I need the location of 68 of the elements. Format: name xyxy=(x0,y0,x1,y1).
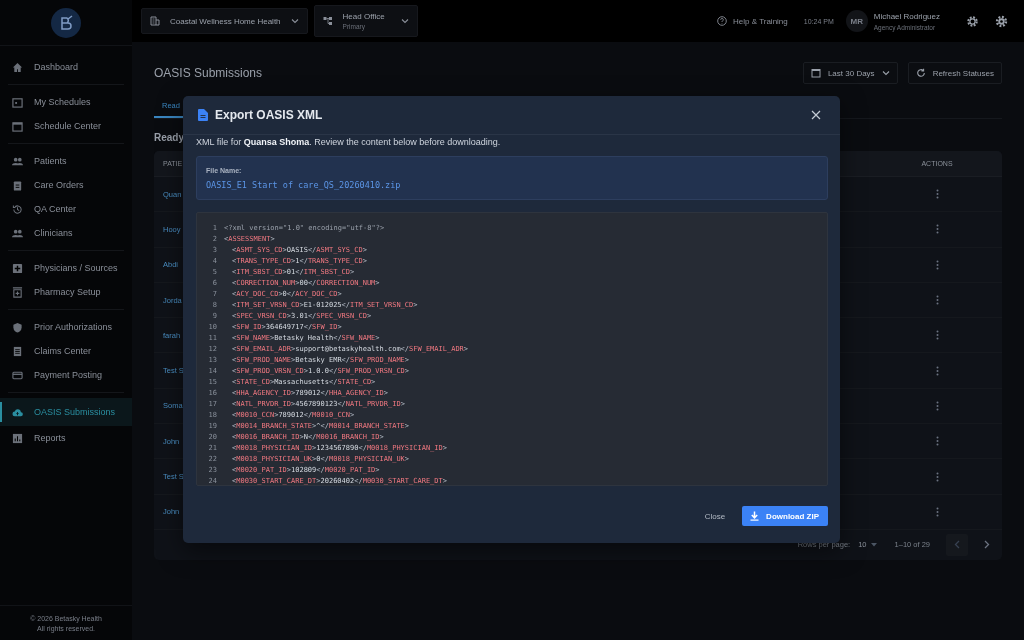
sidebar-item[interactable]: Dashboard xyxy=(0,55,132,79)
download-icon xyxy=(750,511,760,521)
dialog-description: XML file for Quansa Shoma. Review the content below before downloading. xyxy=(196,137,502,147)
shield-icon xyxy=(12,321,23,333)
sidebar-item[interactable]: Patients xyxy=(0,149,132,173)
close-button[interactable]: Close xyxy=(698,506,732,526)
sidebar-item[interactable]: My Schedules xyxy=(0,90,132,114)
cloud-upload-icon xyxy=(12,406,23,418)
gear-icon[interactable] xyxy=(995,14,1008,28)
list-icon xyxy=(12,345,23,357)
hierarchy-icon xyxy=(322,16,333,26)
user-name: Michael Rodriguez xyxy=(873,11,940,21)
date-range-dropdown[interactable]: Last 30 Days xyxy=(802,62,898,84)
people-icon xyxy=(12,227,23,239)
more-icon[interactable] xyxy=(935,471,939,482)
help-icon xyxy=(717,16,728,26)
home-icon xyxy=(12,61,23,73)
user-avatar[interactable]: MR xyxy=(845,10,868,32)
more-icon[interactable] xyxy=(935,189,939,200)
building-icon xyxy=(150,16,160,26)
file-name: OASIS_E1 Start of care_QS_20260410.zip xyxy=(206,180,402,190)
sidebar-item[interactable]: OASIS Submissions xyxy=(0,398,132,426)
calendar-icon xyxy=(810,68,821,78)
section-title: Ready xyxy=(154,132,184,143)
caret-icon xyxy=(870,542,877,547)
sidebar-item[interactable]: Pharmacy Setup xyxy=(0,280,132,304)
dialog-title: Export OASIS XML xyxy=(215,108,323,122)
chevron-down-icon xyxy=(400,18,409,24)
organization-selector[interactable]: Coastal Wellness Home Health xyxy=(141,8,308,34)
close-icon[interactable] xyxy=(811,110,821,120)
refresh-icon xyxy=(915,68,926,78)
more-icon[interactable] xyxy=(935,506,939,517)
help-link[interactable]: Help & Training xyxy=(717,16,788,26)
calendar-icon xyxy=(12,120,23,132)
gear-icon[interactable] xyxy=(966,14,979,28)
sidebar-item[interactable]: Prior Authorizations xyxy=(0,315,132,339)
more-icon[interactable] xyxy=(935,400,939,411)
chart-icon xyxy=(12,432,23,444)
more-icon[interactable] xyxy=(935,365,939,376)
people-icon xyxy=(12,155,23,167)
more-icon[interactable] xyxy=(935,224,939,235)
history-icon xyxy=(12,203,23,215)
refresh-button[interactable]: Refresh Statuses xyxy=(907,62,1002,84)
logo-icon xyxy=(51,7,81,38)
download-button[interactable]: Download ZIP xyxy=(742,506,828,526)
clipboard-icon xyxy=(12,179,23,191)
calendar-day-icon xyxy=(12,96,23,108)
chevron-down-icon xyxy=(881,70,890,76)
pharmacy-icon xyxy=(12,286,23,298)
page-title: OASIS Submissions xyxy=(154,66,263,80)
more-icon[interactable] xyxy=(935,295,939,306)
sidebar-item[interactable]: Clinicians xyxy=(0,221,132,245)
sidebar-item[interactable]: Physicians / Sources xyxy=(0,256,132,280)
more-icon[interactable] xyxy=(935,436,939,447)
sidebar-item[interactable]: Reports xyxy=(0,426,132,450)
sidebar-item[interactable]: Claims Center xyxy=(0,339,132,363)
sidebar-item[interactable]: Schedule Center xyxy=(0,114,132,138)
more-icon[interactable] xyxy=(935,259,939,270)
chevron-left-icon xyxy=(954,540,960,550)
chevron-down-icon xyxy=(290,18,299,24)
more-icon[interactable] xyxy=(935,330,939,341)
sidebar-item[interactable]: QA Center xyxy=(0,197,132,221)
card-icon xyxy=(12,369,23,381)
chevron-right-icon xyxy=(984,540,990,550)
sidebar-item[interactable]: Care Orders xyxy=(0,173,132,197)
plus-icon xyxy=(12,262,23,274)
sidebar-item[interactable]: Payment Posting xyxy=(0,363,132,387)
document-icon xyxy=(198,109,208,121)
